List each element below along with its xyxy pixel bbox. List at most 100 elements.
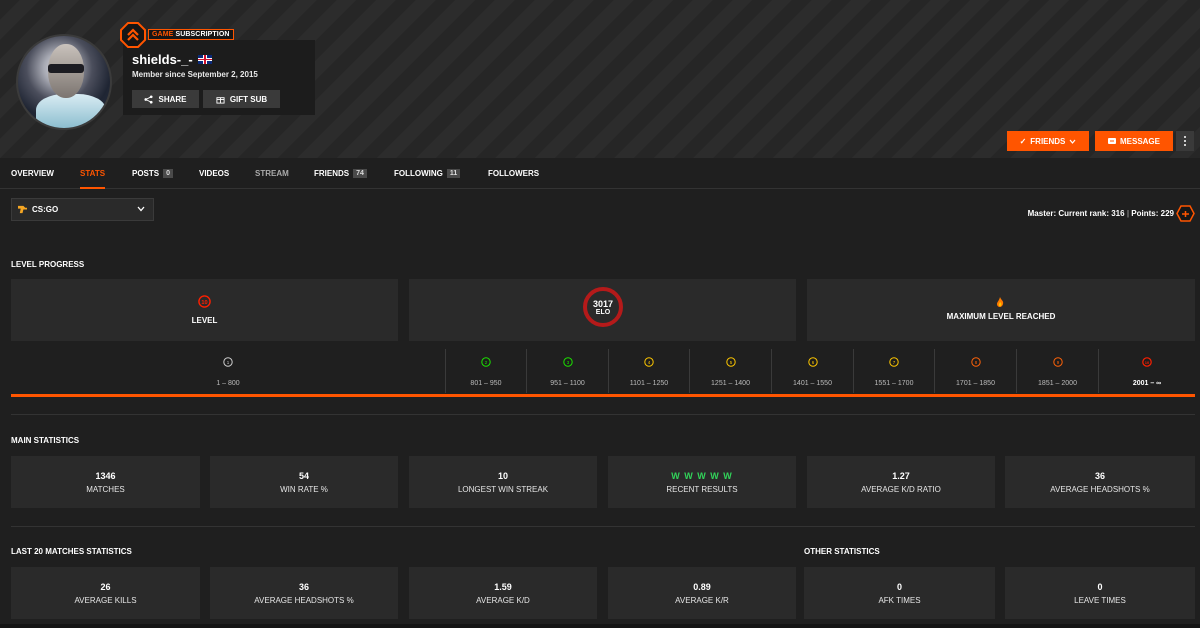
- level-range: 1551 – 1700: [874, 380, 914, 387]
- tab-label: STREAM: [255, 169, 289, 178]
- stat-value: 10: [497, 471, 508, 481]
- tab-label: OVERVIEW: [11, 169, 54, 178]
- elo-label: ELO: [595, 308, 611, 316]
- stat-label: WIN RATE %: [280, 485, 328, 494]
- share-icon: [144, 94, 154, 104]
- stat-card-leave-times: 0 LEAVE TIMES: [1005, 567, 1195, 619]
- profile-tabs: OVERVIEW STATS POSTS 0 VIDEOS STREAM FRIE…: [0, 158, 1200, 189]
- level-8-icon: 8: [970, 357, 981, 367]
- stat-value: 36: [298, 582, 309, 592]
- message-button-label: MESSAGE: [1119, 136, 1160, 146]
- rank-tier: Master: [1027, 209, 1054, 218]
- points-label: Points:: [1129, 209, 1161, 218]
- level-range: 1401 – 1550: [793, 380, 832, 387]
- level-segment: 1 1 – 800: [11, 349, 445, 393]
- level-1-icon: 1: [223, 357, 233, 367]
- recent-results-value: W W W W W: [671, 471, 733, 481]
- stat-card-average-kills: 26 AVERAGE KILLS: [11, 567, 200, 619]
- game-select-value: CS:GO: [32, 205, 59, 214]
- friends-button[interactable]: ✓ FRIENDS: [1007, 131, 1089, 151]
- share-button[interactable]: SHARE: [132, 90, 199, 108]
- level-range: 1251 – 1400: [711, 380, 750, 387]
- stat-card-average-headshots: 36 AVERAGE HEADSHOTS %: [1005, 456, 1195, 508]
- elo-card: 3017 ELO: [409, 279, 796, 341]
- level-segment: 9 1851 – 2000: [1016, 349, 1098, 393]
- stat-label: LONGEST WIN STREAK: [457, 485, 549, 494]
- gift-sub-button[interactable]: GIFT SUB: [203, 90, 280, 108]
- stat-value: 1.59: [494, 582, 512, 592]
- level-10-icon: 10: [1142, 357, 1152, 367]
- level-range: 801 – 950: [470, 380, 502, 387]
- other-statistics-title: OTHER STATISTICS: [804, 547, 880, 556]
- tab-stream[interactable]: STREAM: [255, 158, 289, 189]
- csgo-icon: [18, 205, 27, 214]
- current-rank-value: 316: [1111, 209, 1125, 218]
- level-6-icon: 6: [807, 357, 818, 367]
- level-10-icon: 10: [198, 295, 211, 308]
- flame-icon: [997, 297, 1004, 307]
- stat-card-recent-results: W W W W W RECENT RESULTS: [608, 456, 796, 508]
- chevron-down-icon: [137, 206, 145, 212]
- stat-card-last20-headshots: 36 AVERAGE HEADSHOTS %: [210, 567, 398, 619]
- tab-followers[interactable]: FOLLOWERS: [488, 158, 539, 189]
- following-count: 11: [446, 169, 461, 178]
- horizontal-scrollbar[interactable]: [0, 624, 1200, 628]
- tab-label: FOLLOWERS: [488, 169, 540, 178]
- stat-value: 0: [896, 582, 902, 592]
- level-segment: 7 1551 – 1700: [853, 349, 934, 393]
- subscription-badge: GAME SUBSCRIPTION: [148, 29, 234, 40]
- tab-stats[interactable]: STATS: [80, 158, 106, 189]
- gift-icon: [216, 96, 225, 104]
- subscription-badge-prefix: GAME: [152, 31, 174, 38]
- profile-page: GAME SUBSCRIPTION shields-_- Member sinc…: [0, 0, 1200, 628]
- more-dot: [1184, 140, 1186, 142]
- check-icon: ✓: [1019, 136, 1027, 146]
- level-label: LEVEL: [191, 316, 218, 325]
- stat-value: 1346: [95, 471, 116, 481]
- level-9-icon: 9: [1052, 357, 1063, 367]
- subscription-icon: [120, 22, 146, 48]
- rank-info: Master: Current rank: 316 | Points: 229: [1028, 209, 1174, 218]
- message-button[interactable]: MESSAGE: [1095, 131, 1173, 151]
- stat-value: 36: [1094, 471, 1105, 481]
- more-dot: [1184, 136, 1186, 138]
- level-2-icon: 2: [481, 357, 491, 367]
- level-segment: 8 1701 – 1850: [934, 349, 1016, 393]
- tab-posts[interactable]: POSTS 0: [132, 158, 174, 189]
- level-progress-bar: 1 1 – 800 2 801 – 950 3 951 – 1100 4 110…: [11, 349, 1195, 397]
- stat-label: LEAVE TIMES: [1074, 596, 1126, 605]
- stat-card-average-kd: 1.59 AVERAGE K/D: [409, 567, 597, 619]
- share-label: SHARE: [158, 94, 187, 104]
- game-select[interactable]: CS:GO: [11, 198, 154, 221]
- tab-following[interactable]: FOLLOWING 11: [394, 158, 461, 189]
- stat-label: MATCHES: [86, 485, 125, 494]
- avatar-suit: [36, 94, 106, 128]
- stat-label: AVERAGE K/R: [675, 596, 729, 605]
- tab-friends[interactable]: FRIENDS 74: [314, 158, 367, 189]
- more-options-button[interactable]: [1176, 131, 1194, 151]
- level-card: 10 LEVEL: [11, 279, 398, 341]
- stat-card-average-kd-ratio: 1.27 AVERAGE K/D RATIO: [807, 456, 995, 508]
- level-range: 1 – 800: [216, 380, 240, 387]
- level-icon-value: 10: [201, 300, 207, 306]
- stat-card-win-rate: 54 WIN RATE %: [210, 456, 398, 508]
- tab-overview[interactable]: OVERVIEW: [11, 158, 54, 189]
- level-range: 1701 – 1850: [956, 380, 995, 387]
- avatar[interactable]: [16, 34, 112, 130]
- stat-label: RECENT RESULTS: [666, 485, 738, 494]
- level-7-icon: 7: [889, 357, 899, 367]
- stat-label: AVERAGE HEADSHOTS %: [254, 596, 354, 605]
- level-range: 1101 – 1250: [629, 380, 669, 387]
- tab-videos[interactable]: VIDEOS: [199, 158, 229, 189]
- stat-label: AFK TIMES: [878, 596, 921, 605]
- tab-label: STATS: [80, 169, 106, 178]
- level-range: 951 – 1100: [550, 380, 585, 387]
- stat-value: 0: [1097, 582, 1103, 592]
- level-range: 2001 – ∞: [1132, 380, 1162, 387]
- stat-value: 26: [100, 582, 111, 592]
- tab-label: POSTS: [132, 169, 160, 178]
- level-4-icon: 4: [644, 357, 654, 367]
- stat-card-longest-win-streak: 10 LONGEST WIN STREAK: [409, 456, 597, 508]
- level-segment: 5 1251 – 1400: [689, 349, 771, 393]
- level-segment: 6 1401 – 1550: [771, 349, 853, 393]
